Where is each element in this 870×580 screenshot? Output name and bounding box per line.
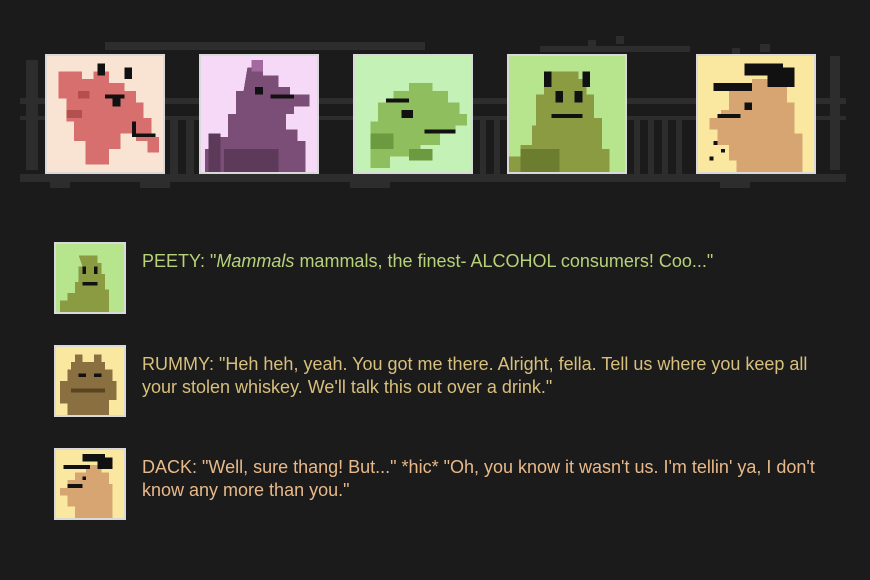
dialog-text-dack: DACK: "Well, sure thang! But..." *hic* "…	[142, 457, 815, 500]
portrait-green-lizard	[353, 54, 473, 174]
portrait-red-horse	[45, 54, 165, 174]
avatar-peety	[54, 242, 126, 314]
avatar-dack	[54, 448, 126, 520]
portrait-dack	[696, 54, 816, 174]
emphasis-text: Mammals	[216, 251, 295, 271]
portrait-peety	[507, 54, 627, 174]
dialog-text-peety: PEETY: "Mammals mammals, the finest- ALC…	[142, 251, 714, 271]
portrait-purple-bird	[199, 54, 319, 174]
dialog-text-rummy: RUMMY: "Heh heh, yeah. You got me there.…	[142, 354, 808, 397]
character-banner	[20, 36, 846, 188]
avatar-rummy	[54, 345, 126, 417]
